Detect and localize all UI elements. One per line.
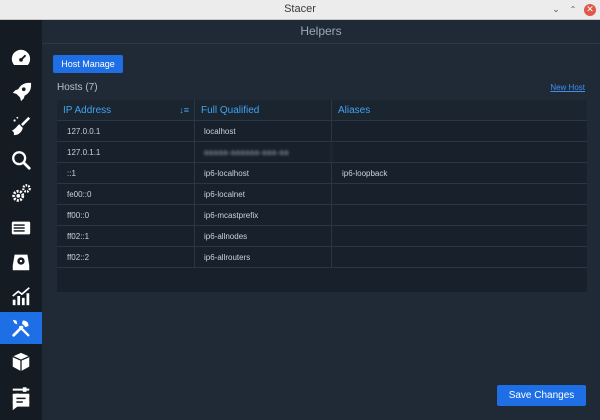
tools-icon bbox=[12, 319, 30, 337]
cell-aliases[interactable] bbox=[332, 142, 587, 163]
new-host-link[interactable]: New Host bbox=[550, 83, 585, 92]
column-header-full-qualified[interactable]: Full Qualified bbox=[195, 100, 332, 121]
cell-aliases[interactable]: ip6-loopback bbox=[332, 163, 587, 184]
cell-ip[interactable]: ff02::1 bbox=[57, 226, 195, 247]
table-row[interactable]: ::1 ip6-localhost ip6-loopback bbox=[57, 163, 587, 184]
sidebar bbox=[0, 20, 42, 420]
sidebar-item-startup[interactable] bbox=[0, 76, 42, 108]
sidebar-item-services[interactable] bbox=[0, 178, 42, 210]
sidebar-item-cleaner[interactable] bbox=[0, 110, 42, 142]
cell-aliases[interactable] bbox=[332, 184, 587, 205]
rocket-icon bbox=[12, 82, 32, 102]
column-header-label: IP Address bbox=[63, 105, 112, 116]
dashboard-icon bbox=[11, 49, 31, 65]
sort-icon: ↓≡ bbox=[179, 105, 189, 115]
minimize-icon[interactable]: ⌄ bbox=[550, 4, 562, 16]
feedback-icon bbox=[12, 393, 30, 411]
package-icon bbox=[12, 352, 30, 372]
cell-fqdn[interactable]: ip6-localhost bbox=[195, 163, 332, 184]
cell-fqdn-redacted[interactable]: aaaaa-aaaaaa-aaa-aa bbox=[195, 142, 332, 163]
cell-ip[interactable]: ::1 bbox=[57, 163, 195, 184]
hosts-table: IP Address ↓≡ Full Qualified Aliases 127… bbox=[57, 100, 587, 292]
cell-aliases[interactable] bbox=[332, 226, 587, 247]
window-titlebar: Stacer ⌄ ⌃ ✕ bbox=[0, 0, 600, 20]
gears-icon bbox=[12, 184, 31, 202]
cell-aliases[interactable] bbox=[332, 205, 587, 226]
cell-fqdn[interactable]: localhost bbox=[195, 121, 332, 142]
table-row[interactable]: fe00::0 ip6-localnet bbox=[57, 184, 587, 205]
host-manage-button[interactable]: Host Manage bbox=[53, 55, 123, 73]
cell-ip[interactable]: 127.0.0.1 bbox=[57, 121, 195, 142]
main-panel: Helpers Host Manage Hosts (7) New Host I… bbox=[42, 20, 600, 420]
sidebar-item-resources[interactable] bbox=[0, 280, 42, 312]
page-title: Helpers bbox=[300, 24, 342, 38]
table-row[interactable]: ff02::2 ip6-allrouters bbox=[57, 247, 587, 268]
table-row[interactable]: ff02::1 ip6-allnodes bbox=[57, 226, 587, 247]
table-row[interactable]: 127.0.0.1 localhost bbox=[57, 121, 587, 142]
close-icon[interactable]: ✕ bbox=[584, 4, 596, 16]
cell-ip[interactable]: 127.0.1.1 bbox=[57, 142, 195, 163]
column-header-ip-address[interactable]: IP Address ↓≡ bbox=[57, 100, 195, 121]
sidebar-item-processes[interactable] bbox=[0, 212, 42, 244]
column-header-aliases[interactable]: Aliases bbox=[332, 100, 587, 121]
sidebar-item-uninstaller[interactable] bbox=[0, 246, 42, 278]
cell-fqdn[interactable]: ip6-localnet bbox=[195, 184, 332, 205]
cell-ip[interactable]: fe00::0 bbox=[57, 184, 195, 205]
broom-icon bbox=[11, 116, 31, 136]
sidebar-item-dashboard[interactable] bbox=[0, 42, 42, 74]
server-icon bbox=[11, 221, 31, 235]
cell-aliases[interactable] bbox=[332, 247, 587, 268]
cell-fqdn[interactable]: ip6-allrouters bbox=[195, 247, 332, 268]
table-row[interactable]: ff00::0 ip6-mcastprefix bbox=[57, 205, 587, 226]
sidebar-item-search[interactable] bbox=[0, 144, 42, 176]
table-row[interactable]: 127.0.1.1 aaaaa-aaaaaa-aaa-aa bbox=[57, 142, 587, 163]
cell-ip[interactable]: ff00::0 bbox=[57, 205, 195, 226]
sidebar-item-feedback[interactable] bbox=[0, 386, 42, 418]
hosts-count-label: Hosts (7) bbox=[57, 82, 98, 93]
cell-ip[interactable]: ff02::2 bbox=[57, 247, 195, 268]
page-header: Helpers bbox=[42, 20, 600, 44]
cell-fqdn[interactable]: ip6-allnodes bbox=[195, 226, 332, 247]
search-icon bbox=[12, 151, 31, 170]
cell-fqdn[interactable]: ip6-mcastprefix bbox=[195, 205, 332, 226]
disk-icon bbox=[12, 254, 30, 271]
cell-aliases[interactable] bbox=[332, 121, 587, 142]
sidebar-item-apt-repository[interactable] bbox=[0, 346, 42, 378]
save-changes-button[interactable]: Save Changes bbox=[497, 385, 586, 406]
maximize-icon[interactable]: ⌃ bbox=[567, 4, 579, 16]
window-title: Stacer bbox=[284, 3, 316, 15]
chart-icon bbox=[12, 287, 30, 306]
table-header: IP Address ↓≡ Full Qualified Aliases bbox=[57, 100, 587, 121]
sidebar-item-helpers[interactable] bbox=[0, 312, 42, 344]
